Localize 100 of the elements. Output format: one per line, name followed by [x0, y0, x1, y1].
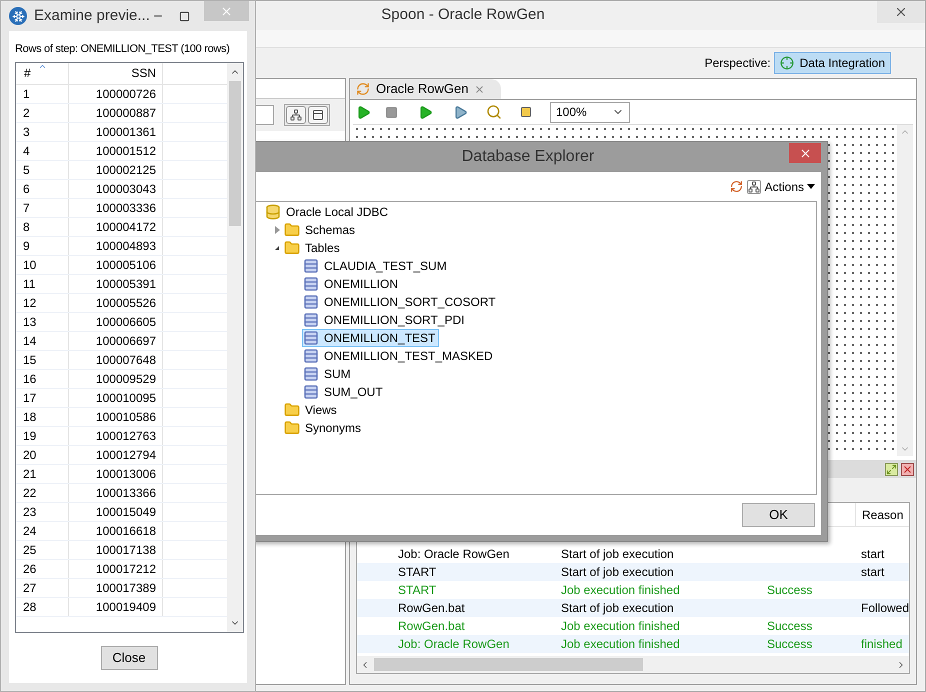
scrollbar[interactable]	[227, 62, 243, 632]
tree-icon[interactable]	[746, 180, 761, 194]
column-header[interactable]: Reason	[855, 503, 909, 526]
table-icon	[303, 330, 319, 346]
table-cell: 2	[16, 104, 69, 122]
table-cell: 100012794	[69, 446, 163, 464]
table-cell: 100016618	[69, 522, 163, 540]
table-icon	[303, 348, 319, 364]
zoom-dropdown[interactable]: 100%	[550, 102, 630, 122]
close-icon	[220, 4, 233, 18]
tree-item[interactable]: ONEMILLION_SORT_PDI	[302, 311, 468, 329]
tree-item[interactable]: ONEMILLION_TEST_MASKED	[302, 347, 497, 365]
table-icon	[303, 312, 319, 328]
tree-item[interactable]: SUM	[302, 365, 355, 383]
table-cell: 100004893	[69, 236, 163, 254]
folder-icon	[284, 240, 300, 256]
search-database-icon[interactable]	[486, 104, 502, 120]
tree-item[interactable]: ONEMILLION_SORT_COSORT	[302, 293, 500, 311]
table-cell: 8	[16, 218, 69, 236]
table-cell: 100010095	[69, 388, 163, 406]
table-cell: 100013006	[69, 464, 163, 482]
close-icon	[798, 146, 812, 160]
table-cell: 100006697	[69, 332, 163, 350]
table-cell: 100001512	[69, 142, 163, 160]
table-cell: 19	[16, 426, 69, 444]
column-header[interactable]: #	[16, 62, 69, 84]
log-row[interactable]: RowGen.bat Start of job execution Followed	[357, 599, 909, 617]
expanded-arrow-icon[interactable]	[275, 246, 279, 250]
dropdown-arrow-icon	[807, 184, 815, 189]
tree-item[interactable]: Oracle Local JDBC	[264, 203, 392, 221]
stop-icon[interactable]	[385, 106, 398, 118]
perspective-button[interactable]: Data Integration	[774, 52, 891, 74]
table-cell: 100017389	[69, 578, 163, 596]
table-cell: 12	[16, 294, 69, 312]
table-cell: 100004172	[69, 218, 163, 236]
database-icon	[265, 204, 281, 220]
table-cell: 1	[16, 84, 69, 102]
log-row[interactable]: START Start of job execution start	[357, 563, 909, 581]
folder-icon	[284, 402, 300, 418]
table-cell: 100006605	[69, 312, 163, 330]
table-cell: 100005391	[69, 274, 163, 292]
tree-item[interactable]: SUM_OUT	[302, 383, 387, 401]
table-cell: 13	[16, 312, 69, 330]
expand-tree-button[interactable]	[286, 106, 306, 124]
scrollbar-thumb[interactable]	[229, 80, 241, 226]
table-icon	[303, 258, 319, 274]
job-tab[interactable]: Oracle RowGen	[350, 79, 502, 99]
column-header[interactable]: SSN	[69, 62, 163, 84]
table-cell: 100005526	[69, 294, 163, 312]
search-field[interactable]	[254, 105, 274, 125]
table-cell: 26	[16, 560, 69, 578]
table-icon	[303, 276, 319, 292]
table-icon	[303, 366, 319, 382]
perspective-icon	[780, 56, 794, 70]
actions-button[interactable]: Actions	[764, 178, 815, 196]
tree-item[interactable]: Views	[283, 401, 341, 419]
tree-item[interactable]: Tables	[283, 239, 344, 257]
table-cell: 9	[16, 236, 69, 254]
window-title: Database Explorer	[462, 147, 594, 167]
table-cell: 3	[16, 122, 69, 140]
close-button[interactable]: Close	[100, 646, 158, 670]
folder-icon	[284, 420, 300, 436]
table-cell: 100015049	[69, 502, 163, 520]
table-cell: 21	[16, 464, 69, 482]
table-icon	[303, 294, 319, 310]
close-icon[interactable]	[901, 462, 914, 476]
table-cell: 100003043	[69, 180, 163, 198]
play-icon[interactable]	[356, 104, 371, 120]
panel-icon	[312, 109, 324, 121]
tree-item[interactable]: ONEMILLION_TEST	[302, 329, 440, 347]
close-tab-icon[interactable]	[474, 84, 486, 94]
table-icon	[303, 384, 319, 400]
horizontal-scrollbar[interactable]	[357, 656, 909, 673]
refresh-icon[interactable]	[730, 180, 743, 193]
maximize-icon[interactable]	[179, 10, 190, 22]
ok-button[interactable]: OK	[742, 503, 815, 527]
table-cell: 100010586	[69, 408, 163, 426]
table-cell: 14	[16, 332, 69, 350]
close-button[interactable]	[789, 143, 821, 163]
table-cell: 15	[16, 350, 69, 368]
collapsed-arrow-icon[interactable]	[274, 226, 280, 234]
table-cell: 7	[16, 198, 69, 216]
play-icon[interactable]	[418, 104, 433, 120]
tree-item[interactable]: Synonyms	[283, 419, 366, 437]
collapse-tree-button[interactable]	[308, 106, 328, 124]
table-cell: 10	[16, 256, 69, 274]
table-cell: 100000887	[69, 104, 163, 122]
table-cell: 24	[16, 522, 69, 540]
tree-item[interactable]: Schemas	[283, 221, 360, 239]
table-cell: 100013366	[69, 484, 163, 502]
table-cell: 17	[16, 388, 69, 406]
table-cell: 100017138	[69, 540, 163, 558]
table-cell: 4	[16, 142, 69, 160]
table-cell: 27	[16, 578, 69, 596]
scrollbar-thumb[interactable]	[374, 658, 644, 671]
tree-item[interactable]: CLAUDIA_TEST_SUM	[302, 257, 451, 275]
tree-item[interactable]: ONEMILLION	[302, 275, 402, 293]
table-cell: 5	[16, 160, 69, 178]
table-cell: 11	[16, 274, 69, 292]
close-button[interactable]	[877, 1, 925, 23]
